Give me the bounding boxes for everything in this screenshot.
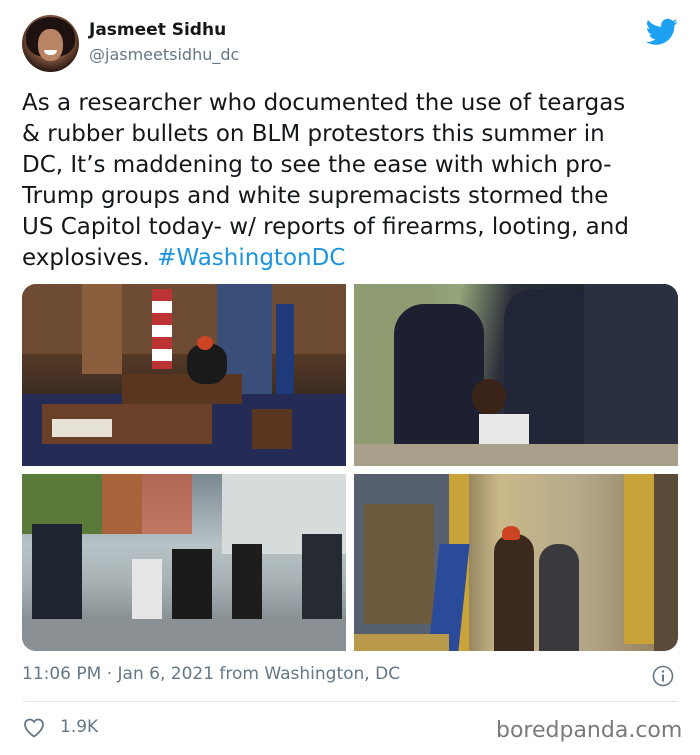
photo-police-arrest[interactable] <box>354 284 678 466</box>
tweet-card: Jasmeet Sidhu @jasmeetsidhu_dc As a rese… <box>0 0 700 755</box>
tweet-line: As a researcher who documented the use o… <box>22 90 626 116</box>
photo-teargas-street[interactable] <box>22 474 346 651</box>
tweet-text: As a researcher who documented the use o… <box>22 88 678 274</box>
tweet-line: Trump groups and white supremacists stor… <box>22 183 609 209</box>
author-name[interactable]: Jasmeet Sidhu <box>89 20 226 40</box>
tweet-line: US Capitol today- w/ reports of firearms… <box>22 214 629 240</box>
info-icon[interactable] <box>652 665 674 687</box>
divider <box>22 701 678 702</box>
tweet-line-last: explosives. #WashingtonDC <box>22 243 678 274</box>
photo-capitol-rotunda[interactable] <box>354 474 678 651</box>
heart-icon[interactable] <box>22 716 46 738</box>
author-handle[interactable]: @jasmeetsidhu_dc <box>89 45 239 64</box>
tweet-line: DC, It’s maddening to see the ease with … <box>22 152 612 178</box>
hashtag-link[interactable]: #WashingtonDC <box>157 245 345 271</box>
watermark: boredpanda.com <box>496 718 683 743</box>
photo-senate-chamber[interactable] <box>22 284 346 466</box>
media-grid <box>22 284 678 651</box>
twitter-bird-icon[interactable] <box>646 18 678 46</box>
tweet-line: & rubber bullets on BLM protestors this … <box>22 121 605 147</box>
avatar[interactable] <box>22 15 79 72</box>
like-count: 1.9K <box>60 717 99 737</box>
tweet-timestamp[interactable]: 11:06 PM · Jan 6, 2021 from Washington, … <box>22 664 400 684</box>
tweet-line-text: explosives. <box>22 245 158 271</box>
